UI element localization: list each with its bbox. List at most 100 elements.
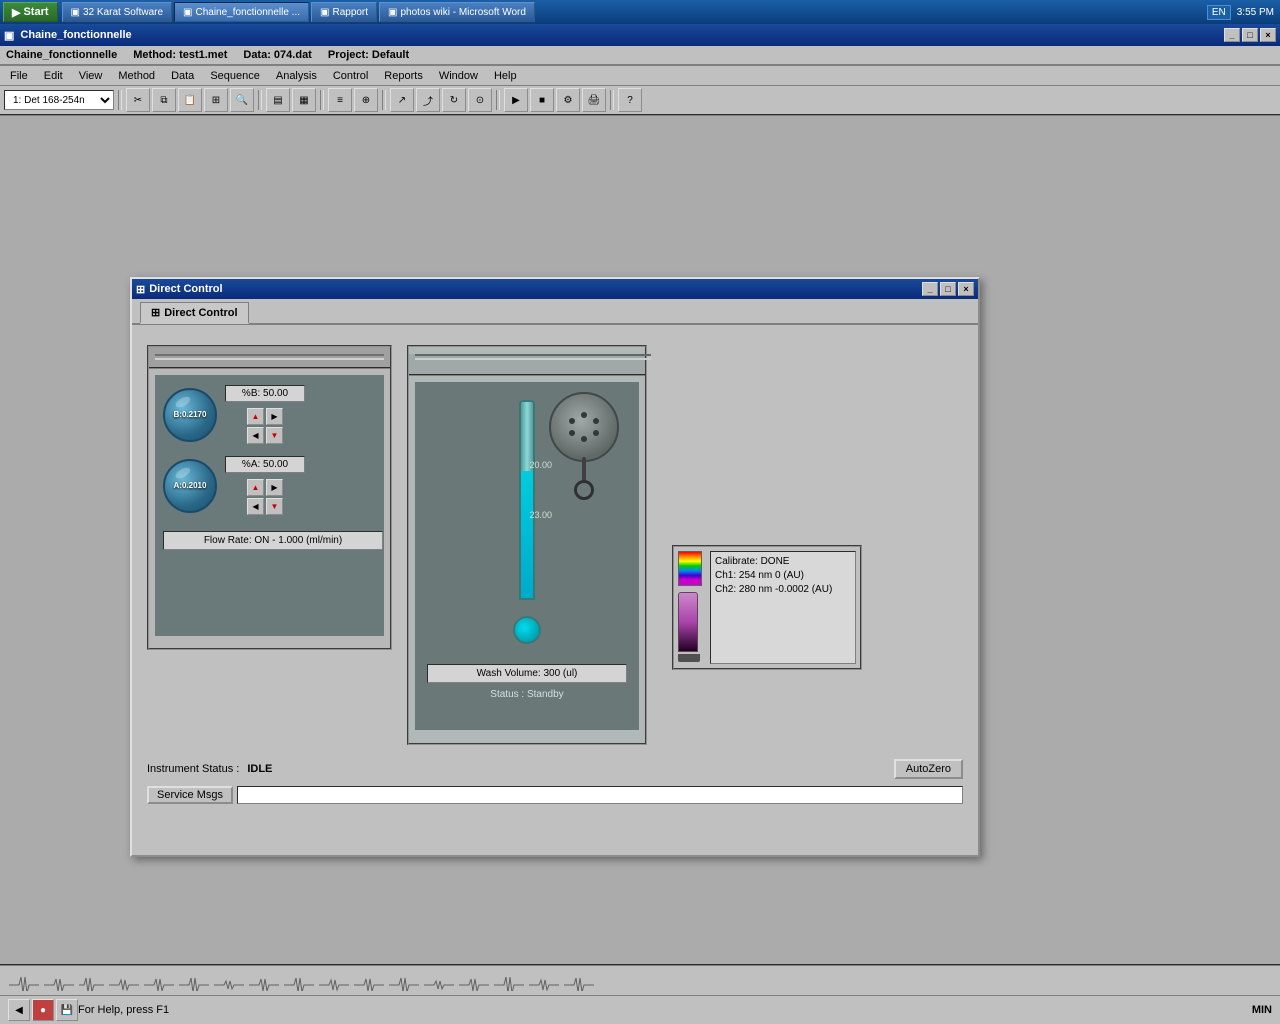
toolbar-print[interactable]: 🖨	[582, 88, 606, 112]
menu-data[interactable]: Data	[165, 68, 200, 84]
dialog-close[interactable]: ×	[958, 282, 974, 296]
detector-bottle	[678, 592, 698, 652]
pump-controls-b: %B: 50.00 ▲ ▶ ◀ ▼	[225, 385, 305, 444]
menu-file[interactable]: File	[4, 68, 34, 84]
toolbar-table[interactable]: ▤	[266, 88, 290, 112]
pump-controls-a: %A: 50.00 ▲ ▶ ◀ ▼	[225, 456, 305, 515]
toolbar-separator-1	[118, 90, 122, 110]
pump-b-up-right[interactable]: ▶	[266, 408, 283, 425]
column-panel-header	[409, 354, 645, 376]
column-panel: 20.00 23.00	[407, 345, 647, 745]
instrument-status-value: IDLE	[247, 763, 272, 775]
pump-a-down-right[interactable]: ▼	[266, 498, 283, 515]
pump-a-arrows: ▲ ▶ ◀ ▼	[247, 479, 283, 515]
menu-edit[interactable]: Edit	[38, 68, 69, 84]
disc-body	[549, 392, 619, 462]
karat-icon: ▣	[71, 7, 80, 18]
status-bar: ◀ ● 💾 For Help, press F1 MIN	[0, 964, 1280, 1024]
taskbar: ▶ Start ▣ 32 Karat Software ▣ Chaine_fon…	[0, 0, 1280, 24]
toolbar-settings[interactable]: ⚙	[556, 88, 580, 112]
tab-label: Direct Control	[164, 307, 237, 319]
taskbar-right: EN 3:55 PM	[1207, 5, 1274, 20]
app-title-bar: ▣ Chaine_fonctionnelle _ □ ×	[0, 24, 1280, 46]
menu-method[interactable]: Method	[112, 68, 161, 84]
menu-window[interactable]: Window	[433, 68, 484, 84]
toolbar-separator-3	[320, 90, 324, 110]
menu-help[interactable]: Help	[488, 68, 523, 84]
service-msgs-button[interactable]: Service Msgs	[147, 786, 233, 804]
taskbar-item-karat[interactable]: ▣ 32 Karat Software	[62, 2, 173, 22]
app-chain-name: Chaine_fonctionnelle	[6, 49, 117, 61]
injector-disc	[549, 392, 619, 462]
toolbar-separator-4	[382, 90, 386, 110]
toolbar-table2[interactable]: ▦	[292, 88, 316, 112]
pump-b-input[interactable]: %B: 50.00	[225, 385, 305, 402]
dialog-title-text: ⊞ Direct Control	[136, 283, 223, 296]
taskbar-item-rapport[interactable]: ▣ Rapport	[311, 2, 377, 22]
pump-b-down-right[interactable]: ▼	[266, 427, 283, 444]
toolbar-chart4[interactable]: ⊙	[468, 88, 492, 112]
pump-a-up-left[interactable]: ▲	[247, 479, 264, 496]
pump-inner: B:0.2170 %B: 50.00 ▲ ▶ ◀ ▼	[155, 375, 384, 636]
pump-row-a: A:0.2010 %A: 50.00 ▲ ▶ ◀ ▼	[163, 456, 376, 515]
nav-prev-button[interactable]: ◀	[8, 999, 30, 1021]
toolbar-list[interactable]: ≡	[328, 88, 352, 112]
maximize-button[interactable]: □	[1242, 28, 1258, 42]
channel-dropdown[interactable]: 1: Det 168-254n	[4, 90, 114, 110]
toolbar-paste[interactable]: 📋	[178, 88, 202, 112]
disc-dots-svg	[564, 407, 604, 447]
start-icon: ▶	[12, 6, 20, 19]
toolbar-stop[interactable]: ■	[530, 88, 554, 112]
dialog-maximize[interactable]: □	[940, 282, 956, 296]
taskbar-item-photos[interactable]: ▣ photos wiki - Microsoft Word	[379, 2, 535, 22]
nav-record-button[interactable]: ●	[32, 999, 54, 1021]
pump-sphere-b: B:0.2170	[163, 388, 217, 442]
detector-panel: Calibrate: DONE Ch1: 254 nm 0 (AU) Ch2: …	[672, 545, 862, 670]
taskbar-item-chaine[interactable]: ▣ Chaine_fonctionnelle ...	[174, 2, 309, 22]
pump-b-up-left[interactable]: ▲	[247, 408, 264, 425]
toolbar-cut[interactable]: ✂	[126, 88, 150, 112]
sphere-b-label: B:0.2170	[174, 410, 207, 419]
menu-analysis[interactable]: Analysis	[270, 68, 323, 84]
toolbar-chart1[interactable]: ↗	[390, 88, 414, 112]
start-button[interactable]: ▶ Start	[3, 2, 58, 22]
menu-sequence[interactable]: Sequence	[204, 68, 266, 84]
pump-panel-header	[149, 347, 390, 369]
toolbar-chart2[interactable]: ⤴	[416, 88, 440, 112]
toolbar-filter[interactable]: ⊕	[354, 88, 378, 112]
nav-save-button[interactable]: 💾	[56, 999, 78, 1021]
detector-bottle-base	[678, 654, 700, 662]
dialog-icon: ⊞	[136, 283, 145, 296]
dialog-minimize[interactable]: _	[922, 282, 938, 296]
tab-direct-control[interactable]: ⊞ Direct Control	[140, 302, 249, 324]
autozero-button[interactable]: AutoZero	[894, 759, 963, 779]
column-status-label: Status : Standby	[427, 689, 627, 700]
wash-volume-label: Wash Volume: 300 (ul)	[427, 664, 627, 683]
sphere-a-label: A:0.2010	[174, 481, 207, 490]
app-window-title: Chaine_fonctionnelle	[20, 29, 131, 41]
app-title-buttons: _ □ ×	[1224, 28, 1276, 42]
toolbar-zoom[interactable]: 🔍	[230, 88, 254, 112]
toolbar-screen[interactable]: ⊞	[204, 88, 228, 112]
close-button[interactable]: ×	[1260, 28, 1276, 42]
pump-b-arrows: ▲ ▶ ◀ ▼	[247, 408, 283, 444]
minimize-button[interactable]: _	[1224, 28, 1240, 42]
dialog-title-label: Direct Control	[149, 283, 222, 295]
detector-lamp	[678, 551, 706, 664]
toolbar-run[interactable]: ▶	[504, 88, 528, 112]
menu-reports[interactable]: Reports	[378, 68, 429, 84]
toolbar-copy[interactable]: ⧉	[152, 88, 176, 112]
pump-b-down-left[interactable]: ◀	[247, 427, 264, 444]
pump-a-input[interactable]: %A: 50.00	[225, 456, 305, 473]
service-input	[237, 786, 963, 804]
menu-view[interactable]: View	[73, 68, 109, 84]
pump-a-down-left[interactable]: ◀	[247, 498, 264, 515]
bottom-nav-buttons: ◀ ● 💾	[8, 999, 78, 1021]
app-window: ▣ Chaine_fonctionnelle _ □ × Chaine_fonc…	[0, 24, 1280, 1024]
menu-control[interactable]: Control	[327, 68, 374, 84]
pump-a-up-right[interactable]: ▶	[266, 479, 283, 496]
toolbar-separator-2	[258, 90, 262, 110]
calibrate-row: Calibrate: DONE	[715, 556, 851, 567]
toolbar-help[interactable]: ?	[618, 88, 642, 112]
toolbar-chart3[interactable]: ↻	[442, 88, 466, 112]
